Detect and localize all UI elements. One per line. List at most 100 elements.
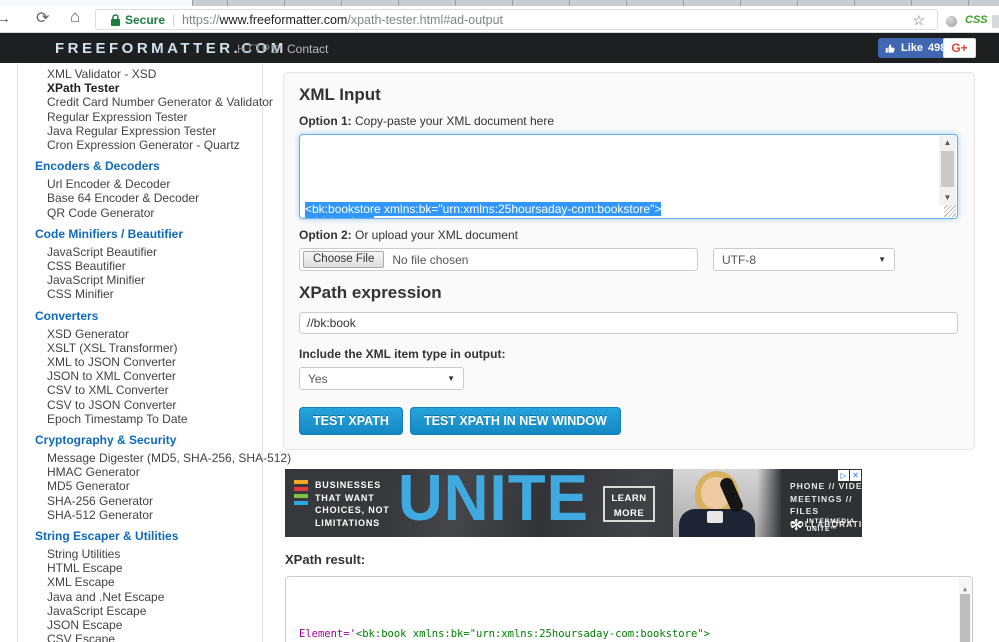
xml-input-title: XML Input [299,85,959,105]
scroll-down-icon[interactable]: ▼ [939,191,956,205]
forward-arrow-icon[interactable]: → [0,9,11,29]
test-xpath-button[interactable]: TEST XPATH [299,407,403,435]
address-bar[interactable]: Secure | https://www.freeformatter.com/x… [95,9,938,30]
scrollbar-thumb[interactable] [960,594,970,642]
home-icon[interactable]: ⌂ [70,7,80,27]
extension-partial-icon[interactable] [992,15,999,28]
resize-grip[interactable] [944,205,956,217]
button-row: TEST XPATH TEST XPATH IN NEW WINDOW [299,407,959,435]
sidebar-item[interactable]: Regular Expression Tester [35,110,262,124]
like-label: Like [901,42,923,54]
url-text[interactable]: https://www.freeformatter.com/xpath-test… [182,13,503,27]
sidebar-item[interactable]: CSV Escape [35,632,262,642]
sidebar-item[interactable]: XML Validator - XSD [35,67,262,81]
sidebar-item[interactable]: XPath Tester [35,81,262,95]
sidebar-group-escapers: String Escaper & Utilities String Utilit… [35,529,262,642]
scrollbar-thumb[interactable] [941,151,954,187]
nav-https[interactable]: HTTPS [237,42,279,56]
sidebar-item[interactable]: Message Digester (MD5, SHA-256, SHA-512) [35,451,262,465]
ad-badges: ▷ ✕ [837,470,861,481]
nav-contact[interactable]: Contact [287,42,328,56]
sidebar: XML Validator - XSDXPath TesterCredit Ca… [17,63,263,642]
xpath-form-panel: XML Input Option 1: Copy-paste your XML … [283,72,975,450]
sidebar-heading[interactable]: Converters [35,309,262,323]
reload-icon[interactable]: ⟳ [36,9,49,29]
css-extension-icon[interactable]: CSS [965,14,988,26]
lock-icon [110,14,121,27]
sidebar-item[interactable]: CSV to XML Converter [35,383,262,397]
extension-icon[interactable] [946,16,957,27]
sidebar-group-converters: Converters XSD GeneratorXSLT (XSL Transf… [35,309,262,426]
sidebar-item[interactable]: JavaScript Escape [35,604,262,618]
sidebar-item[interactable]: SHA-512 Generator [35,508,262,522]
sidebar-item[interactable]: CSS Beautifier [35,259,262,273]
sidebar-item[interactable]: JavaScript Beautifier [35,245,262,259]
sidebar-item[interactable]: Java and .Net Escape [35,590,262,604]
ad-bar-red [294,487,308,491]
chevron-down-icon: ▼ [878,255,886,264]
thumbs-up-icon [885,43,896,54]
xml-line-selected: <bk:book> [305,215,374,219]
sidebar-item[interactable]: XSLT (XSL Transformer) [35,341,262,355]
sidebar-heading[interactable]: Encoders & Decoders [35,159,262,173]
xpath-expression-input[interactable]: //bk:book [299,312,958,334]
sidebar-item[interactable]: HTML Escape [35,561,262,575]
sidebar-item[interactable]: QR Code Generator [35,206,262,220]
adchoices-icon[interactable]: ▷ [838,470,849,481]
browser-chrome: → ⟳ ⌂ Secure | https://www.freeformatter… [0,0,999,33]
textarea-scrollbar[interactable]: ▲ ▼ [939,136,956,205]
sidebar-item[interactable]: JSON to XML Converter [35,369,262,383]
option1-label: Option 1: Copy-paste your XML document h… [299,114,959,128]
sidebar-item[interactable]: MD5 Generator [35,479,262,493]
sidebar-item[interactable]: XSD Generator [35,327,262,341]
sidebar-item[interactable]: SHA-256 Generator [35,494,262,508]
ad-close-icon[interactable]: ✕ [850,470,861,481]
sidebar-group-encoders: Encoders & Decoders Url Encoder & Decode… [35,159,262,220]
xpath-expression-title: XPath expression [299,283,959,303]
sidebar-item[interactable]: Java Regular Expression Tester [35,124,262,138]
sidebar-item[interactable]: Base 64 Encoder & Decoder [35,191,262,205]
sidebar-item[interactable]: String Utilities [35,547,262,561]
sidebar-item[interactable]: JavaScript Minifier [35,273,262,287]
scroll-up-icon[interactable]: ▲ [939,136,956,150]
result-scrollbar[interactable]: ▲ [959,578,971,642]
file-input[interactable]: Choose File No file chosen [299,248,698,271]
xml-input-textarea[interactable]: <bk:bookstore xmlns:bk="urn:xmlns:25hour… [299,134,958,219]
sidebar-item[interactable]: CSV to JSON Converter [35,398,262,412]
sidebar-heading[interactable]: Cryptography & Security [35,433,262,447]
sidebar-item[interactable]: Url Encoder & Decoder [35,177,262,191]
sidebar-group-validators: XML Validator - XSDXPath TesterCredit Ca… [35,67,262,152]
main-column: XML Input Option 1: Copy-paste your XML … [283,72,975,642]
google-plus-button[interactable]: G+ [943,38,976,58]
sidebar-item[interactable]: Epoch Timestamp To Date [35,412,262,426]
ad-bar-green [294,494,308,498]
ad-headline: UNITE [398,469,589,536]
sidebar-item[interactable]: Credit Card Number Generator & Validator [35,95,262,109]
page-content: XML Validator - XSDXPath TesterCredit Ca… [0,63,999,642]
sidebar-item[interactable]: CSS Minifier [35,287,262,301]
sidebar-heading[interactable]: String Escaper & Utilities [35,529,262,543]
no-file-label: No file chosen [392,253,468,267]
include-type-select[interactable]: Yes ▼ [299,367,464,390]
sidebar-item[interactable]: XML to JSON Converter [35,355,262,369]
intermedia-logo-icon: ✻ [790,519,803,533]
choose-file-button[interactable]: Choose File [303,251,384,268]
sidebar-item[interactable]: HMAC Generator [35,465,262,479]
ad-learn-more-button[interactable]: LEARN MORE [603,486,655,522]
test-xpath-new-window-button[interactable]: TEST XPATH IN NEW WINDOW [410,407,621,435]
url-separator: | [172,12,175,27]
bookmark-star-icon[interactable]: ☆ [912,12,925,29]
sidebar-item[interactable]: Cron Expression Generator - Quartz [35,138,262,152]
file-upload-row: Choose File No file chosen UTF-8 ▼ [299,248,959,271]
sidebar-group-minifiers: Code Minifiers / Beautifier JavaScript B… [35,227,262,302]
sidebar-item[interactable]: XML Escape [35,575,262,589]
ad-bar-blue [294,501,308,505]
sidebar-heading[interactable]: Code Minifiers / Beautifier [35,227,262,241]
xml-line-selected: <bk:bookstore xmlns:bk="urn:xmlns:25hour… [305,202,661,216]
encoding-select[interactable]: UTF-8 ▼ [713,248,895,271]
site-header: FREEFORMATTER.COM HTTPS Contact Like 498… [0,33,999,63]
result-prefix: Element=' [299,628,356,640]
ad-banner[interactable]: BUSINESSES THAT WANT CHOICES, NOT LIMITA… [285,469,862,537]
ad-tagline: BUSINESSES THAT WANT CHOICES, NOT LIMITA… [315,479,390,529]
sidebar-item[interactable]: JSON Escape [35,618,262,632]
